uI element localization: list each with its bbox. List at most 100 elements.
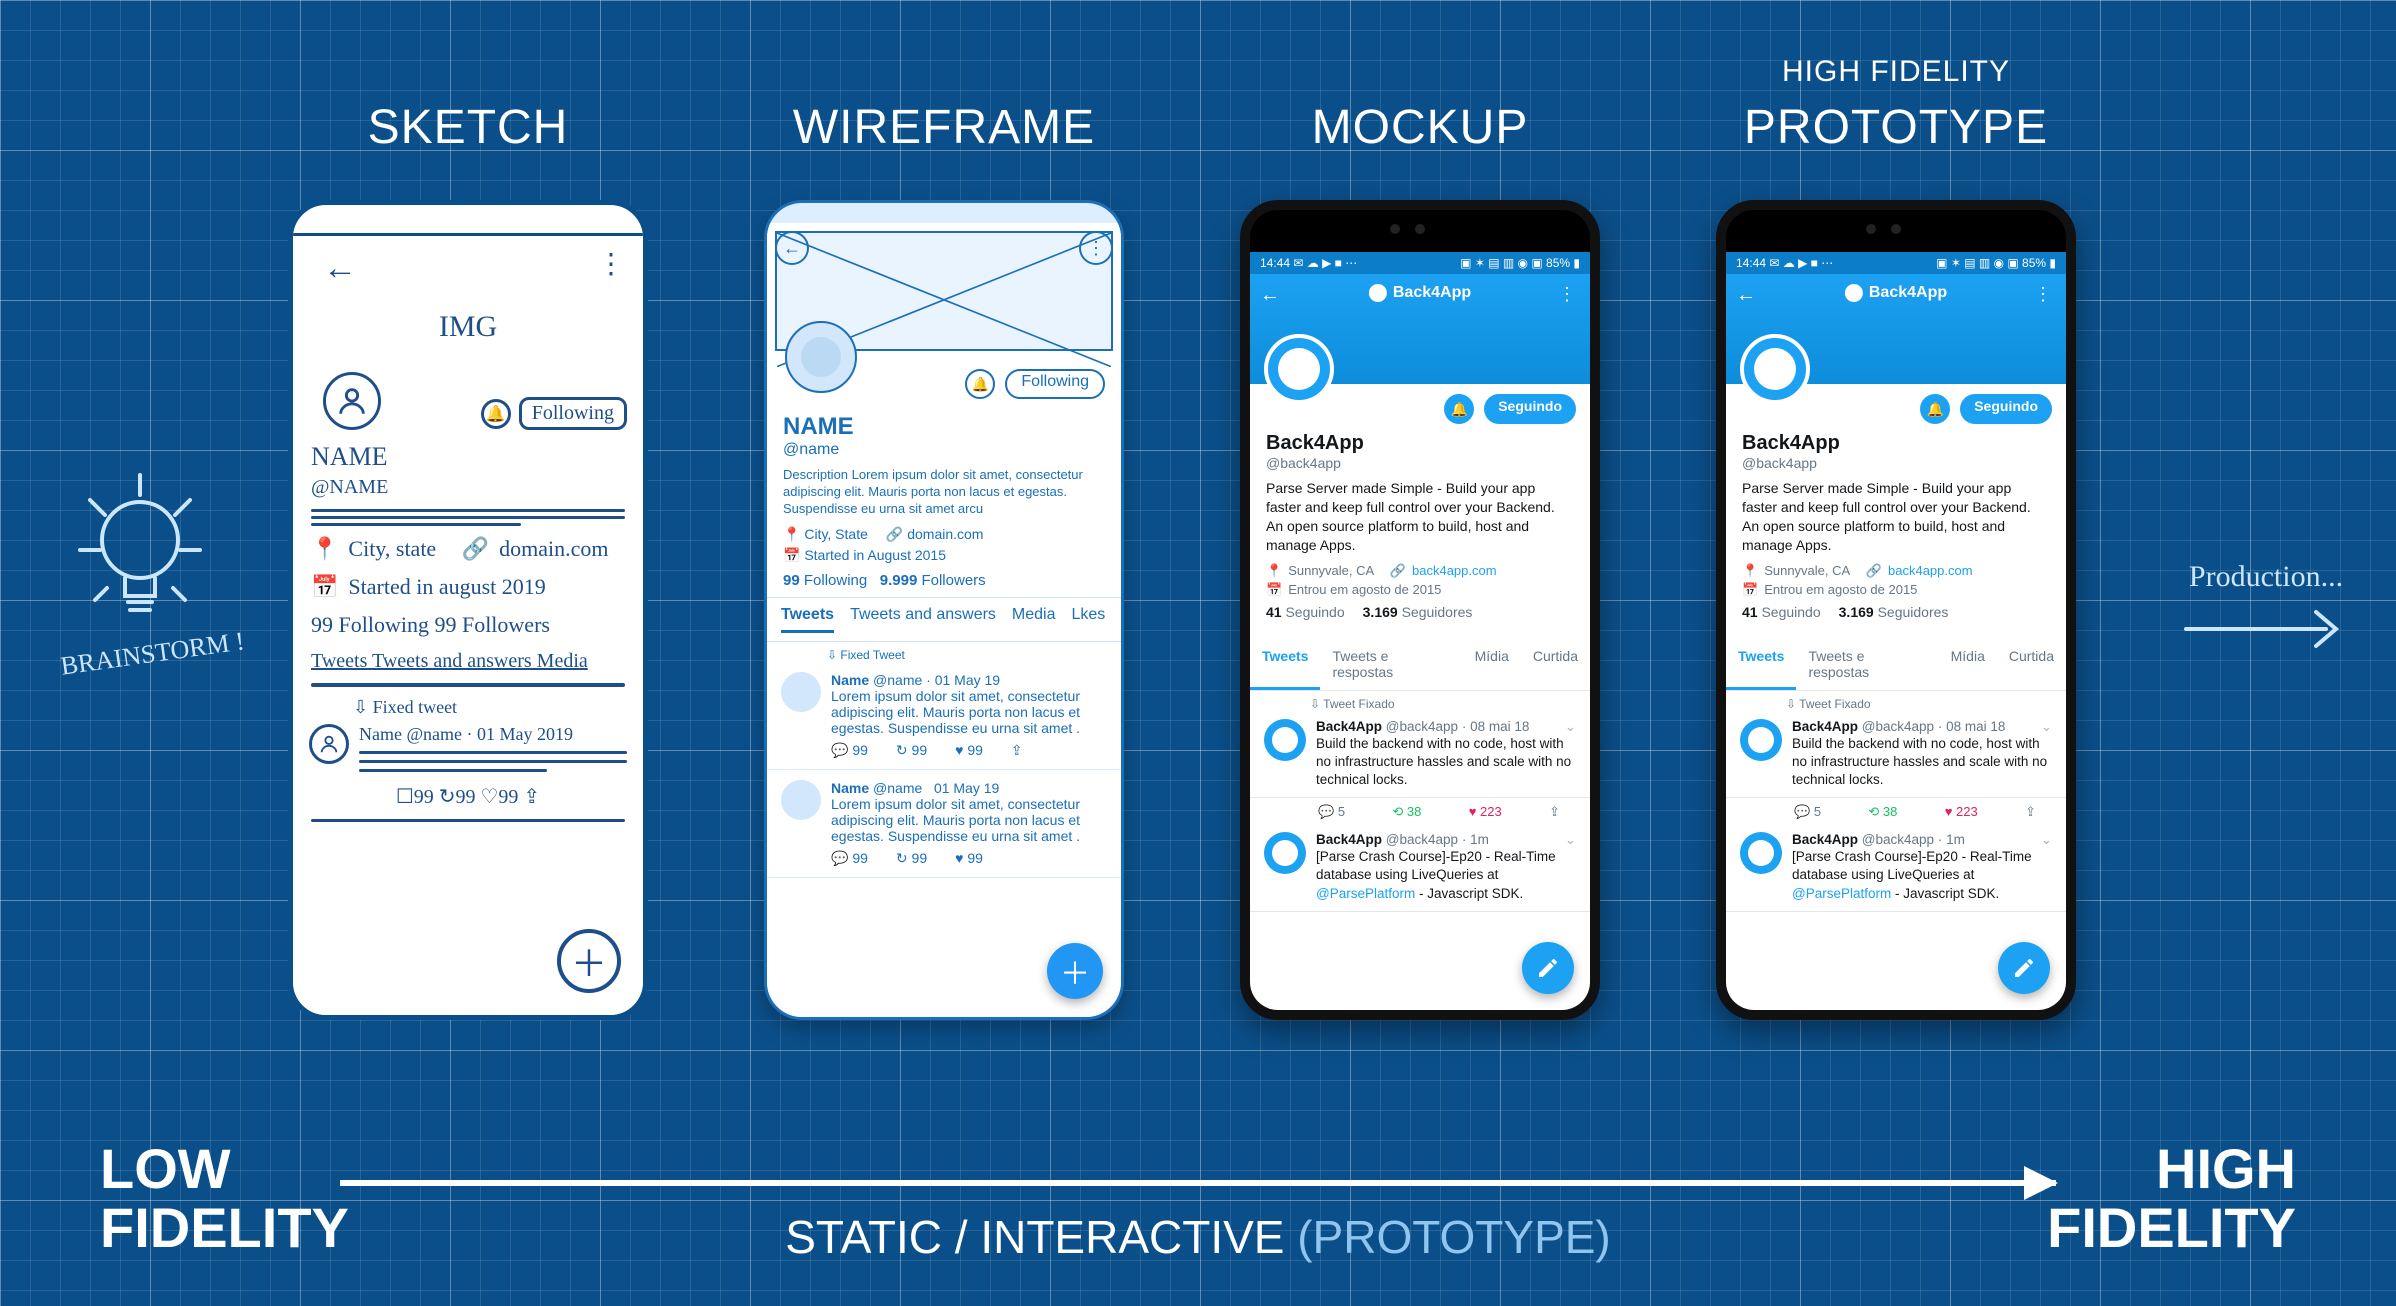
pinned-label: ⇩ Tweet Fixado [1250, 691, 1590, 711]
follow-counts[interactable]: 41 Seguindo 3.169 Seguidores [1266, 604, 1574, 620]
reply-icon: 💬 99 [831, 742, 868, 759]
tab-replies: Tweets e respostas [1796, 638, 1938, 690]
chevron-down-icon[interactable]: ⌄ [2041, 832, 2052, 848]
compose-fab[interactable] [1522, 942, 1574, 994]
follow-counts: 99 Following 99 Followers [293, 606, 643, 644]
prototype-phone: 14:44 ✉ ☁ ▶ ■ ⋯▣ ✶ ▤ ▥ ◉ ▣ 85% ▮ ← ⋮ Bac… [1716, 200, 2076, 1020]
tweet-actions[interactable]: 💬 99 ↻ 99 ♥ 99 [831, 844, 1107, 867]
link-icon: 🔗 [1866, 563, 1882, 579]
fixed-tweet-label: ⇩ Fixed tweet [293, 691, 643, 724]
tab-media: Mídia [1463, 638, 1521, 690]
retweet-icon: ↻ 99 [896, 742, 927, 759]
tweet-body: Build the backend with no code, host wit… [1316, 735, 1576, 790]
tweet-actions[interactable]: 💬 5 ⟲ 38 ♥ 223 ⇪ [1726, 798, 2066, 824]
bell-icon[interactable]: 🔔 [1920, 394, 1950, 424]
tab-replies: Tweets e respostas [1320, 638, 1462, 690]
profile-handle: @name [783, 441, 1105, 459]
compose-fab[interactable] [1998, 942, 2050, 994]
more-icon[interactable]: ⋮ [597, 247, 627, 281]
status-bar: 14:44 ✉ ☁ ▶ ■ ⋯▣ ✶ ▤ ▥ ◉ ▣ 85% ▮ [1726, 252, 2066, 274]
back-icon[interactable]: ← [1736, 284, 1756, 307]
tweet-body: Lorem ipsum dolor sit amet, consectetur … [831, 796, 1107, 844]
meta-started: 📅 Started in August 2015 [783, 547, 1105, 564]
tab-likes: Curtida [1521, 638, 1590, 690]
pin-icon: 📍 [1742, 563, 1758, 579]
tweet-item[interactable]: Name @name 01 May 19 Lorem ipsum dolor s… [767, 770, 1121, 878]
meta-joined: 📅Entrou em agosto de 2015 [1742, 582, 2050, 598]
avatar[interactable] [1264, 334, 1334, 404]
tweet-avatar [781, 672, 821, 712]
retweet-icon: ⟲ 38 [1392, 804, 1421, 820]
following-button[interactable]: Seguindo [1484, 394, 1576, 424]
fixed-tweet-label: ⇩ Fixed Tweet [767, 642, 1121, 662]
bell-icon[interactable]: 🔔 [481, 399, 511, 429]
stage-title-wireframe: WIREFRAME [754, 100, 1134, 155]
low-fidelity-label: LOWFIDELITY [100, 1140, 349, 1258]
tweet-item[interactable]: Back4App @back4app · 08 mai 18⌄ Build th… [1250, 711, 1590, 799]
meta-started: 📅Started in august 2019 [293, 568, 643, 606]
tweet-actions[interactable]: 💬 5 ⟲ 38 ♥ 223 ⇪ [1250, 798, 1590, 824]
tweet-item[interactable]: Back4App @back4app · 08 mai 18⌄ Build th… [1726, 711, 2066, 799]
bell-icon[interactable]: 🔔 [965, 369, 995, 399]
mockup-phone: 14:44 ✉ ☁ ▶ ■ ⋯▣ ✶ ▤ ▥ ◉ ▣ 85% ▮ ← ⋮ Bac… [1240, 200, 1600, 1020]
profile-bio: Parse Server made Simple - Build your ap… [1742, 479, 2050, 555]
static-interactive-label: STATIC / INTERACTIVE (PROTOTYPE) [785, 1210, 1611, 1264]
profile-handle: @back4app [1266, 455, 1574, 471]
more-icon[interactable]: ⋮ [1079, 231, 1113, 265]
like-icon: ♥ 223 [1469, 804, 1502, 820]
tab-tweets: Tweets [781, 606, 834, 633]
bell-icon[interactable]: 🔔 [1444, 394, 1474, 424]
tabs-row[interactable]: Tweets Tweets and answers Media Lkes [767, 597, 1121, 642]
avatar [785, 321, 857, 393]
profile-bio: Parse Server made Simple - Build your ap… [1266, 479, 1574, 555]
profile-handle: @back4app [1742, 455, 2050, 471]
calendar-icon: 📅 [783, 547, 800, 563]
tabs-row[interactable]: Tweets Tweets and answers Media [293, 644, 643, 679]
tab-media: Media [1012, 606, 1056, 633]
following-button[interactable]: Following [519, 397, 627, 430]
tab-answers: Tweets and answers [850, 606, 996, 633]
back-icon[interactable]: ← [309, 240, 371, 288]
tweet-actions[interactable]: ☐99 ↻99 ♡99 ⇪ [293, 778, 643, 815]
back-icon[interactable]: ← [775, 231, 809, 265]
profile-name: NAME [783, 413, 1105, 441]
tweet-actions[interactable]: 💬 99 ↻ 99 ♥ 99 ⇪ [831, 736, 1107, 759]
tweet-avatar [1264, 832, 1306, 874]
tabs-row[interactable]: Tweets Tweets e respostas Mídia Curtida [1250, 638, 1590, 691]
stage-title-proto-above: HIGH FIDELITY [1706, 55, 2086, 89]
chevron-down-icon[interactable]: ⌄ [1565, 719, 1576, 735]
pin-icon: 📍 [1266, 563, 1282, 579]
tweet-avatar [1740, 832, 1782, 874]
chevron-down-icon[interactable]: ⌄ [2041, 719, 2052, 735]
tweet-item[interactable]: Name @name · 01 May 19 Lorem ipsum dolor… [767, 662, 1121, 770]
avatar[interactable] [1740, 334, 1810, 404]
compose-fab[interactable]: ＋ [557, 929, 621, 993]
retweet-icon: ⟲ 38 [1868, 804, 1897, 820]
fidelity-arrow [340, 1180, 2056, 1186]
chevron-down-icon[interactable]: ⌄ [1565, 832, 1576, 848]
tweet-body: [Parse Crash Course]-Ep20 - Real-Time da… [1792, 848, 2052, 903]
tweet-item[interactable]: Back4App @back4app · 1m⌄ [Parse Crash Co… [1726, 824, 2066, 912]
brand-logo-icon [1845, 284, 1863, 302]
back-icon[interactable]: ← [1260, 284, 1280, 307]
avatar [323, 372, 381, 430]
tweet-item[interactable]: Back4App @back4app · 1m⌄ [Parse Crash Co… [1250, 824, 1590, 912]
link-icon: 🔗 [886, 526, 903, 542]
tweet-body: Build the backend with no code, host wit… [1792, 735, 2052, 790]
reply-icon: 💬 5 [1318, 804, 1345, 820]
follow-counts[interactable]: 41 Seguindo 3.169 Seguidores [1742, 604, 2050, 620]
stage-title-sketch: SKETCH [278, 100, 658, 155]
following-button[interactable]: Following [1005, 369, 1105, 399]
stage-title-mockup: MOCKUP [1230, 100, 1610, 155]
more-icon[interactable]: ⋮ [1558, 284, 1578, 305]
tab-media: Mídia [1939, 638, 1997, 690]
tweet-avatar [309, 724, 349, 764]
compose-fab[interactable]: ＋ [1047, 943, 1103, 999]
more-icon[interactable]: ⋮ [2034, 284, 2054, 305]
following-button[interactable]: Seguindo [1960, 394, 2052, 424]
high-fidelity-label: HIGHFIDELITY [2047, 1140, 2296, 1258]
follow-counts: 99 Following 9.999 Followers [783, 572, 1105, 589]
wireframe-phone: ← ⋮ 🔔 Following NAME @name Description L… [764, 200, 1124, 1020]
like-icon: ♥ 223 [1945, 804, 1978, 820]
tabs-row[interactable]: Tweets Tweets e respostas Mídia Curtida [1726, 638, 2066, 691]
